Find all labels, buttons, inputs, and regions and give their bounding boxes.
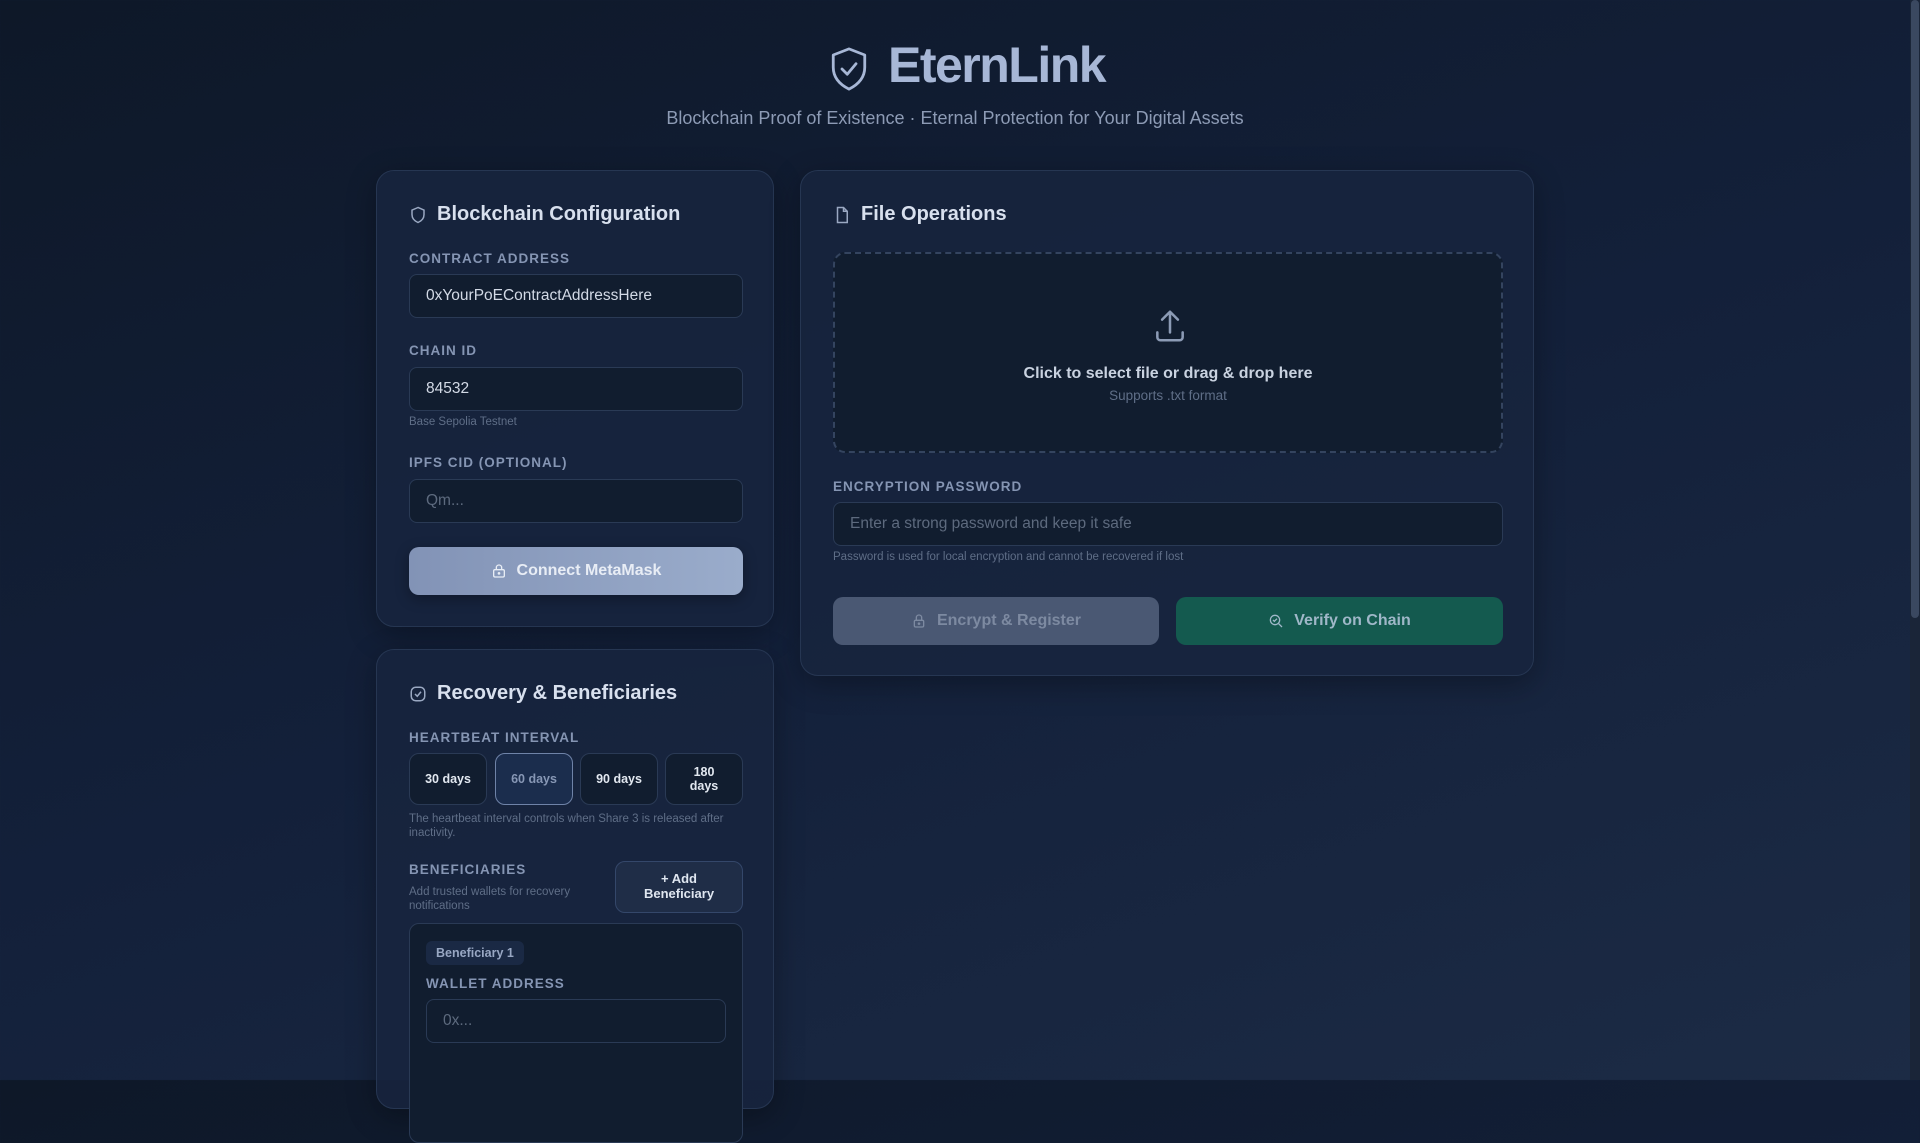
- shield-check-icon: [831, 47, 867, 91]
- scrollbar-thumb[interactable]: [1911, 0, 1919, 618]
- ipfs-cid-label: IPFS CID (OPTIONAL): [409, 455, 568, 470]
- card-title-text: Recovery & Beneficiaries: [437, 682, 678, 704]
- heartbeat-option-90[interactable]: 90 days: [580, 753, 658, 805]
- heartbeat-option-180[interactable]: 180 days: [665, 753, 743, 805]
- scrollbar[interactable]: [1910, 0, 1920, 1080]
- wallet-address-label: WALLET ADDRESS: [426, 976, 565, 991]
- card-title-text: Blockchain Configuration: [437, 203, 681, 225]
- add-beneficiary-button[interactable]: + Add Beneficiary: [615, 861, 743, 913]
- encryption-password-input[interactable]: [833, 502, 1503, 546]
- lock-icon: [913, 614, 925, 628]
- chain-id-input[interactable]: [409, 367, 743, 411]
- connect-metamask-button[interactable]: Connect MetaMask: [409, 547, 743, 595]
- beneficiary-badge: Beneficiary 1: [426, 941, 524, 965]
- button-label: Encrypt & Register: [936, 612, 1082, 629]
- beneficiaries-label: BENEFICIARIES: [409, 862, 527, 877]
- heartbeat-label: HEARTBEAT INTERVAL: [409, 730, 580, 745]
- upload-icon: [1156, 310, 1184, 342]
- blockchain-config-card: Blockchain Configuration CONTRACT ADDRES…: [376, 170, 774, 627]
- button-label: Verify on Chain: [1294, 612, 1411, 629]
- heartbeat-hint: The heartbeat interval controls when Sha…: [409, 813, 724, 839]
- ipfs-cid-input[interactable]: [409, 479, 743, 523]
- recovery-card: Recovery & Beneficiaries HEARTBEAT INTER…: [376, 649, 774, 1143]
- card-title: Blockchain Configuration: [409, 203, 680, 226]
- contract-address-input[interactable]: [409, 274, 743, 318]
- lock-icon: [492, 564, 505, 578]
- shield-icon: [411, 206, 425, 223]
- beneficiary-item: Beneficiary 1 WALLET ADDRESS: [409, 923, 743, 1143]
- card-title: Recovery & Beneficiaries: [409, 682, 677, 705]
- wallet-address-input[interactable]: [426, 999, 726, 1043]
- password-hint: Password is used for local encryption an…: [833, 551, 1184, 563]
- card-title: File Operations: [833, 203, 1007, 226]
- chain-id-label: CHAIN ID: [409, 343, 477, 358]
- app-subtitle: Blockchain Proof of Existence · Eternal …: [666, 108, 1244, 128]
- verify-on-chain-button[interactable]: Verify on Chain: [1176, 597, 1503, 645]
- search-check-icon: [1269, 614, 1283, 628]
- dropzone-subtext: Supports .txt format: [1109, 388, 1227, 403]
- check-badge-icon: [410, 686, 426, 701]
- button-label: Connect MetaMask: [516, 562, 662, 579]
- contract-address-label: CONTRACT ADDRESS: [409, 251, 570, 266]
- encrypt-register-button[interactable]: Encrypt & Register: [833, 597, 1159, 645]
- file-operations-card: File Operations Click to select file or …: [800, 170, 1534, 676]
- encryption-password-label: ENCRYPTION PASSWORD: [833, 479, 1023, 494]
- heartbeat-option-30[interactable]: 30 days: [409, 753, 487, 805]
- beneficiaries-hint: Add trusted wallets for recovery notific…: [409, 886, 571, 912]
- dropzone-text: Click to select file or drag & drop here: [1023, 365, 1313, 382]
- file-icon: [836, 206, 848, 223]
- card-title-text: File Operations: [861, 203, 1007, 225]
- chain-hint: Base Sepolia Testnet: [409, 416, 517, 428]
- heartbeat-option-60[interactable]: 60 days: [495, 753, 573, 805]
- file-dropzone[interactable]: Click to select file or drag & drop here…: [833, 252, 1503, 453]
- app-title: EternLink: [888, 37, 1107, 93]
